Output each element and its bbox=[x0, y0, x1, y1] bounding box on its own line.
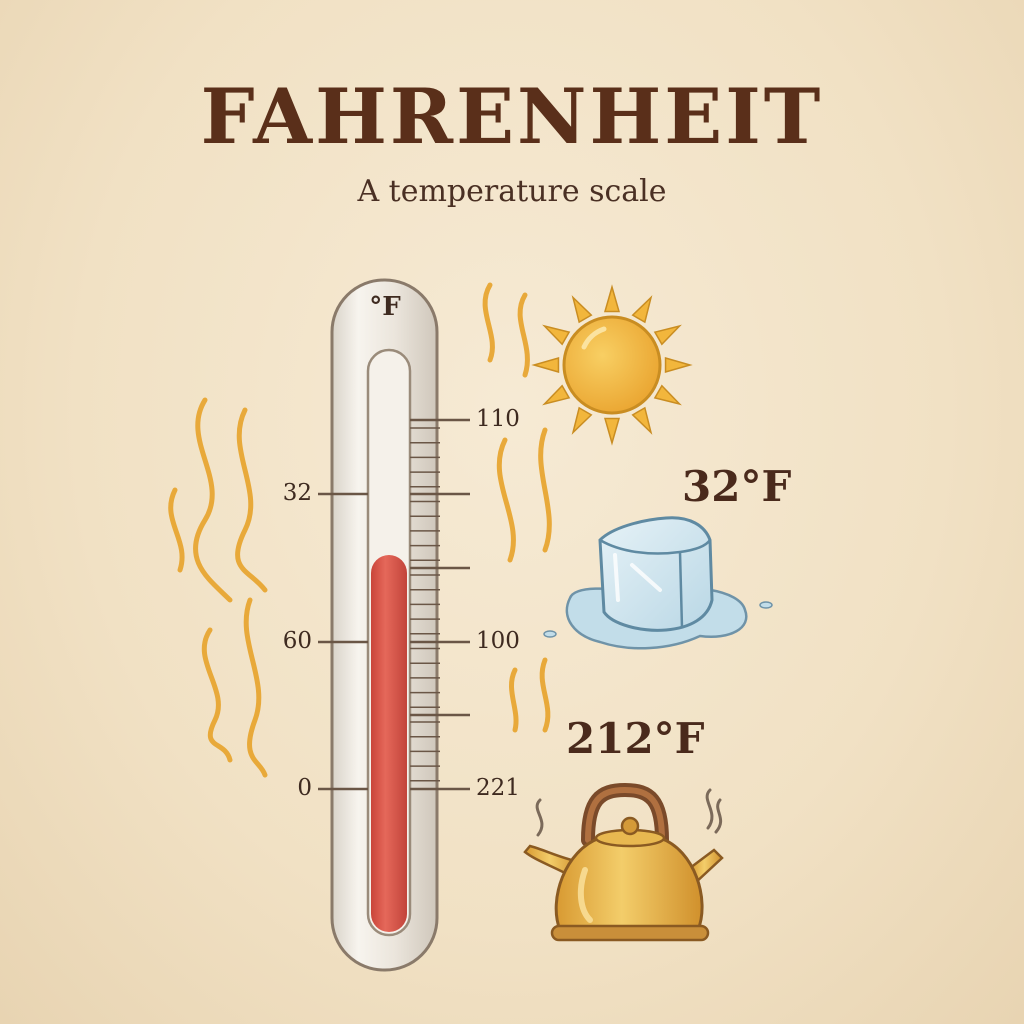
kettle-icon bbox=[523, 782, 724, 942]
left-scale-label: 0 bbox=[297, 775, 312, 801]
page-title: FAHRENHEIT bbox=[200, 72, 824, 161]
thermometer-unit-label: °F bbox=[369, 292, 401, 322]
sun-ray bbox=[631, 295, 653, 324]
sun-ray bbox=[571, 406, 593, 435]
heat-waves-left-icon bbox=[168, 397, 268, 778]
freezing-point-label: 32°F bbox=[682, 462, 792, 511]
page-subtitle: A temperature scale bbox=[357, 174, 667, 209]
left-scale-label: 32 bbox=[282, 480, 312, 506]
ice-cube-icon bbox=[543, 516, 773, 650]
mercury-column bbox=[371, 555, 407, 932]
sun-ray bbox=[571, 295, 593, 324]
sun-ray bbox=[604, 417, 620, 446]
heat-waves-right-icon bbox=[482, 282, 552, 733]
sun-ray bbox=[542, 384, 571, 406]
sun-ray bbox=[653, 384, 682, 406]
left-scale-label: 60 bbox=[282, 628, 312, 654]
sun-ray bbox=[604, 284, 620, 313]
right-scale-label: 100 bbox=[476, 628, 520, 654]
sun-ray bbox=[542, 324, 571, 346]
sun-ray bbox=[653, 324, 682, 346]
sun-icon bbox=[531, 284, 693, 446]
thermometer-icon bbox=[318, 278, 470, 972]
sun-ray bbox=[531, 357, 560, 373]
sun-ray bbox=[664, 357, 693, 373]
boiling-point-label: 212°F bbox=[566, 714, 705, 763]
sun-ray bbox=[631, 406, 653, 435]
right-scale-label: 110 bbox=[476, 406, 520, 432]
right-scale-label: 221 bbox=[476, 775, 520, 801]
infographic: FAHRENHEIT A temperature scale °F 32 60 … bbox=[0, 0, 1024, 1024]
